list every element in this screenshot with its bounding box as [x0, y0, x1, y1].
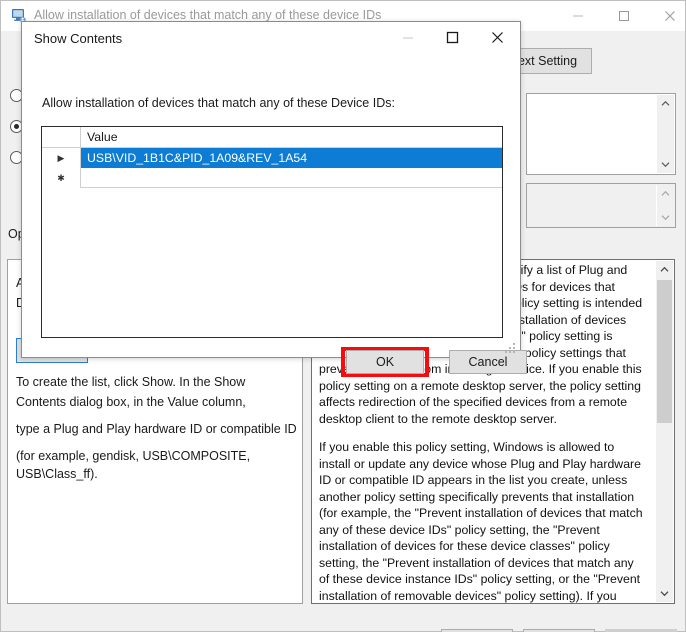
- new-row-value-cell[interactable]: [81, 168, 502, 188]
- bottom-edge-sliver: [0, 632, 686, 636]
- dialog-titlebar: Show Contents: [22, 22, 520, 54]
- device-ids-grid[interactable]: Value ▶ USB\VID_1B1C&PID_1A09&REV_1A54 ✱: [41, 126, 503, 338]
- help-scroll-thumb[interactable]: [657, 280, 672, 423]
- main-window-title: Allow installation of devices that match…: [34, 8, 382, 22]
- options-hint-line4: (for example, gendisk, USB\COMPOSITE,: [16, 449, 251, 463]
- show-contents-dialog: Show Contents Allow installation of devi…: [21, 21, 527, 377]
- grid-header-row: Value: [42, 127, 502, 148]
- chevron-down-icon[interactable]: [656, 585, 673, 602]
- dialog-prompt: Allow installation of devices that match…: [42, 96, 395, 110]
- chevron-up-icon[interactable]: [657, 185, 674, 202]
- dialog-title: Show Contents: [34, 31, 123, 46]
- table-row[interactable]: ▶ USB\VID_1B1C&PID_1A09&REV_1A54: [42, 148, 502, 168]
- supported-on-field: [526, 183, 676, 228]
- options-hint-line5: USB\Class_ff).: [16, 467, 98, 481]
- main-minimize-button[interactable]: [555, 1, 601, 31]
- grid-column-header-value: Value: [81, 127, 502, 147]
- resize-grip-icon[interactable]: [505, 343, 516, 354]
- screen-root: Allow installation of devices that match…: [0, 0, 686, 636]
- row-selector-arrow-icon[interactable]: ▶: [42, 148, 81, 168]
- chevron-up-icon[interactable]: [657, 95, 674, 112]
- dialog-maximize-button[interactable]: [430, 22, 475, 53]
- comment-field[interactable]: [526, 93, 676, 175]
- main-maximize-button[interactable]: [601, 1, 647, 31]
- options-hint-line1: To create the list, click Show. In the S…: [16, 375, 246, 389]
- options-hint-line3: type a Plug and Play hardware ID or comp…: [16, 422, 297, 436]
- device-id-value-cell[interactable]: USB\VID_1B1C&PID_1A09&REV_1A54: [81, 148, 502, 168]
- options-hint-line2: Contents dialog box, in the Value column…: [16, 395, 246, 409]
- supported-on-scrollbar[interactable]: [656, 185, 674, 226]
- help-paragraph-2: If you enable this policy setting, Windo…: [319, 440, 643, 603]
- chevron-down-icon[interactable]: [657, 209, 674, 226]
- chevron-up-icon[interactable]: [656, 261, 673, 278]
- table-row-new[interactable]: ✱: [42, 168, 502, 188]
- help-scrollbar[interactable]: [655, 261, 673, 602]
- dialog-close-button[interactable]: [475, 22, 520, 53]
- main-close-button[interactable]: [647, 1, 686, 31]
- new-row-asterisk-icon[interactable]: ✱: [42, 168, 81, 188]
- dialog-minimize-button: [385, 22, 430, 53]
- dialog-ok-button[interactable]: OK: [346, 350, 424, 374]
- grid-header-selector-cell: [42, 127, 81, 147]
- comment-scrollbar[interactable]: [656, 95, 674, 173]
- chevron-down-icon[interactable]: [657, 156, 674, 173]
